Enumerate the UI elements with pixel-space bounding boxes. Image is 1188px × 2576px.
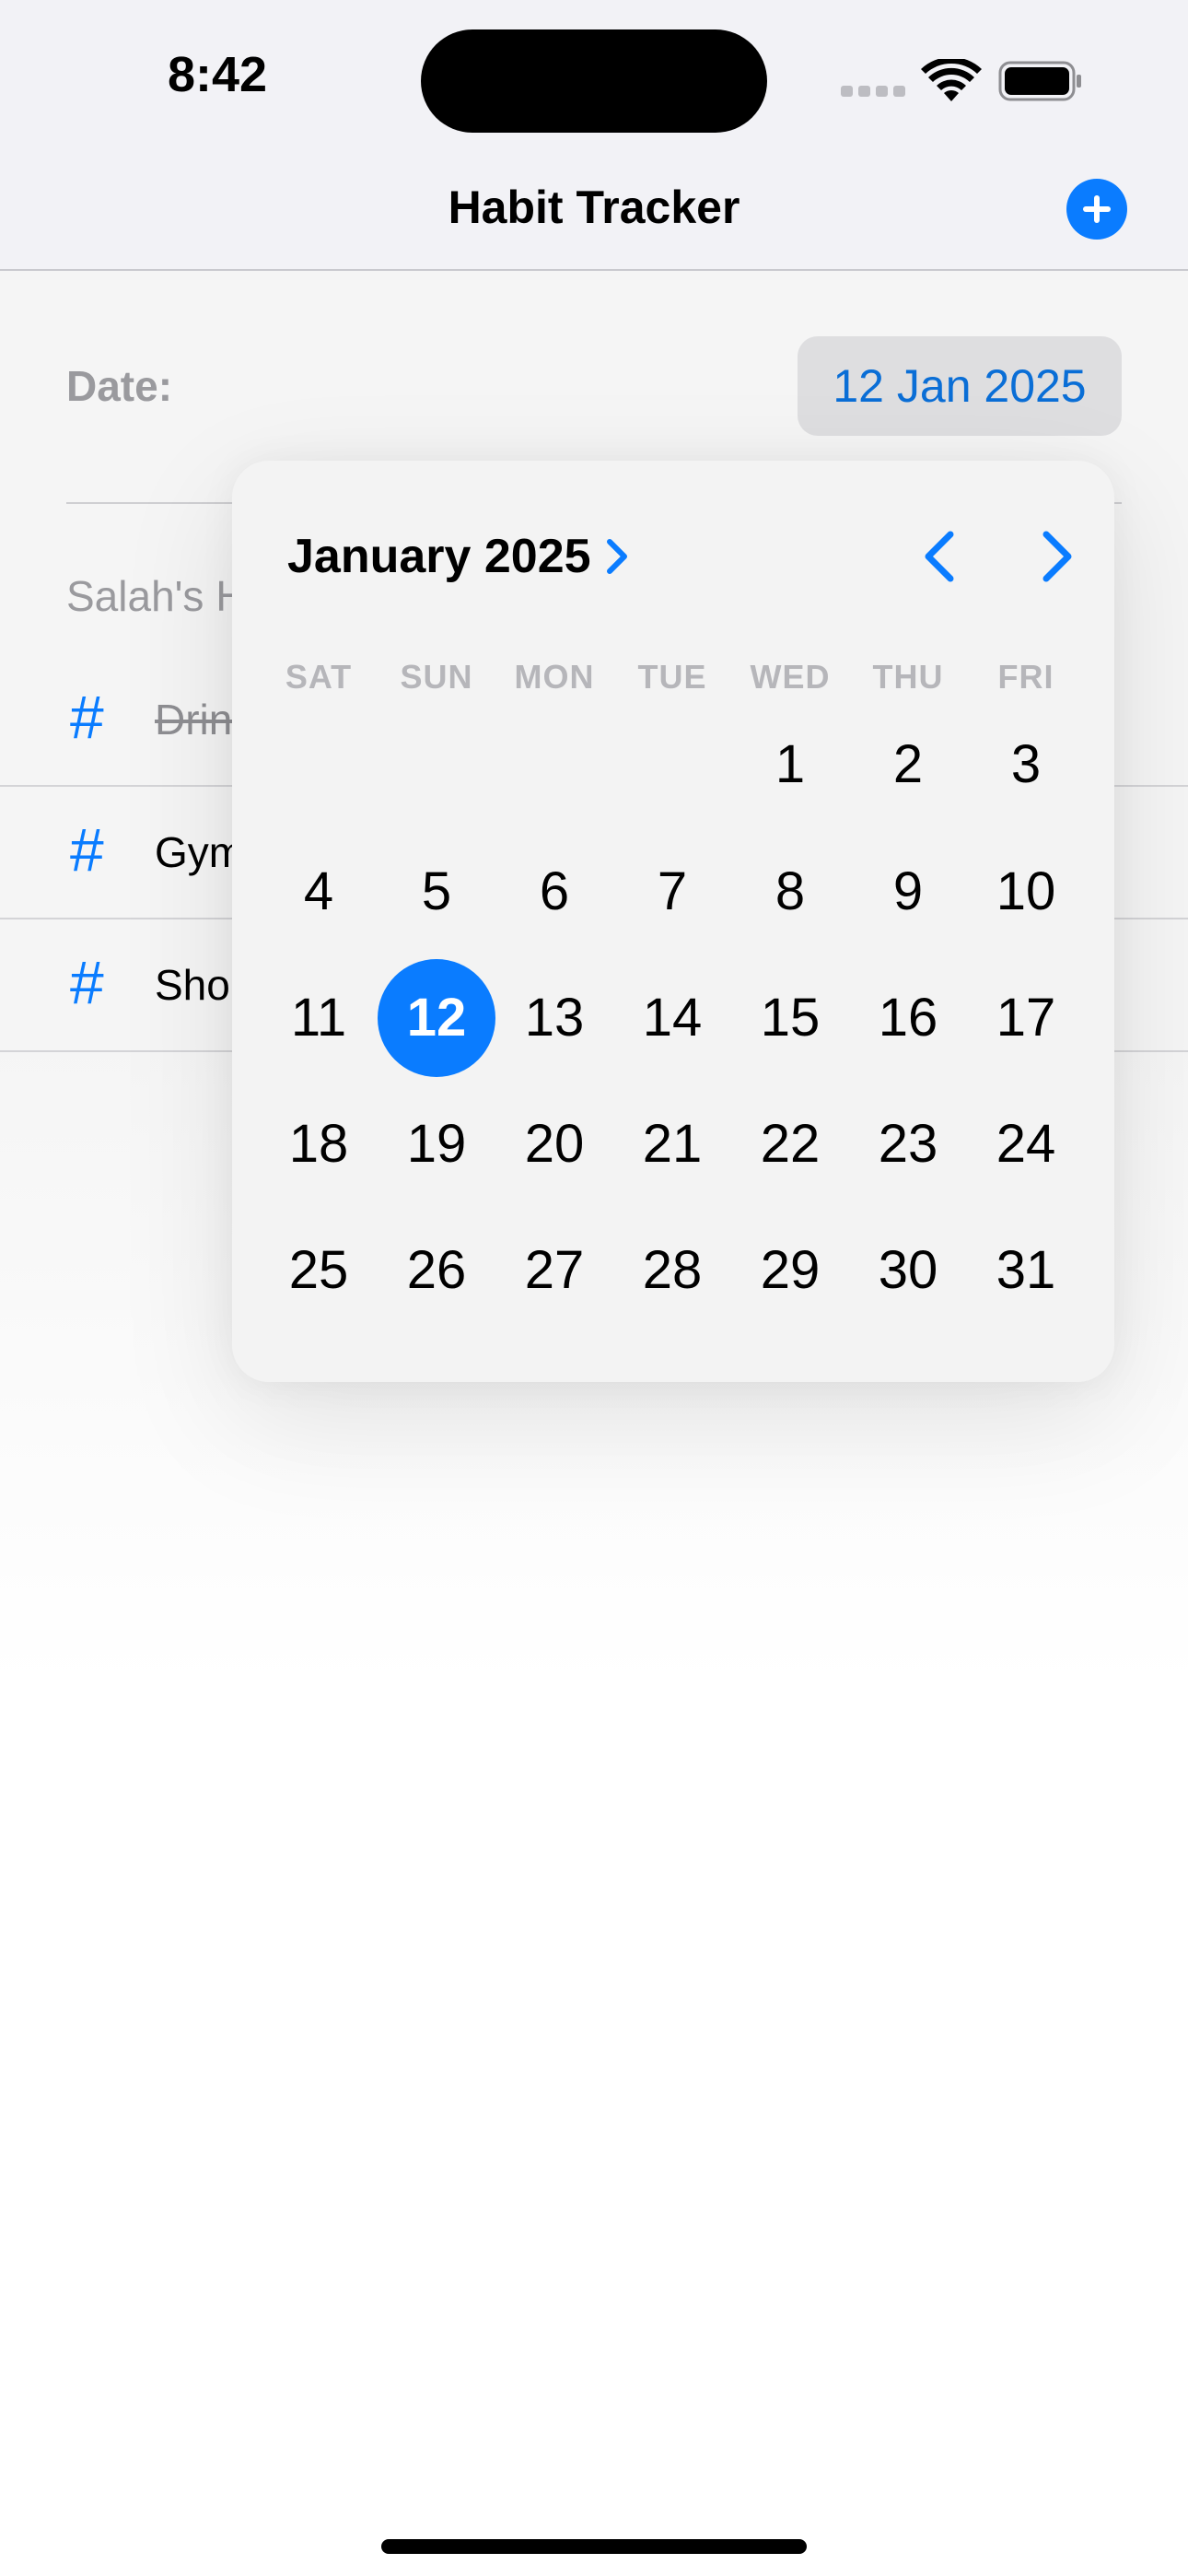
calendar-day[interactable]: 4	[260, 833, 378, 951]
add-habit-button[interactable]	[1066, 179, 1127, 240]
calendar-day[interactable]: 16	[849, 959, 967, 1077]
weekday-label: THU	[872, 658, 944, 696]
section-title: Salah's H	[66, 572, 232, 620]
calendar-day[interactable]: 1	[731, 706, 849, 824]
calendar-day[interactable]: 26	[378, 1212, 495, 1329]
calendar-day[interactable]: 3	[967, 706, 1085, 824]
battery-icon	[998, 61, 1081, 101]
weekday-label: FRI	[997, 658, 1054, 696]
cellular-signal-icon	[841, 86, 905, 97]
calendar-grid: SAT SUN MON TUE WED THU FRI 1 2 3 4 5 6 7 8 9 10 11 12 13 14…	[232, 461, 1114, 1382]
date-label: Date:	[66, 362, 173, 410]
calendar-day[interactable]: 20	[495, 1085, 613, 1203]
calendar-day[interactable]: 8	[731, 833, 849, 951]
calendar-popover: January 2025 SAT SUN MON TUE WED THU FRI 1 2 3 4 5 6…	[232, 461, 1114, 1382]
calendar-day[interactable]: 5	[378, 833, 495, 951]
calendar-day[interactable]: 6	[495, 833, 613, 951]
calendar-day[interactable]: 7	[613, 833, 731, 951]
calendar-day[interactable]: 24	[967, 1085, 1085, 1203]
calendar-day[interactable]: 13	[495, 959, 613, 1077]
weekday-label: TUE	[637, 658, 707, 696]
calendar-day[interactable]: 14	[613, 959, 731, 1077]
calendar-day[interactable]: 19	[378, 1085, 495, 1203]
date-picker-button[interactable]: 12 Jan 2025	[798, 336, 1122, 436]
home-indicator	[381, 2539, 807, 2554]
calendar-day[interactable]: 30	[849, 1212, 967, 1329]
calendar-day[interactable]: 25	[260, 1212, 378, 1329]
status-time: 8:42	[168, 47, 268, 102]
calendar-day[interactable]: 9	[849, 833, 967, 951]
calendar-day[interactable]: 15	[731, 959, 849, 1077]
calendar-day[interactable]: 11	[260, 959, 378, 1077]
screen: 8:42 Habit Tracker Date: 12 Jan 2025 Sal…	[0, 0, 1188, 2576]
calendar-day[interactable]: 21	[613, 1085, 731, 1203]
weekday-label: SUN	[400, 658, 473, 696]
calendar-day[interactable]: 31	[967, 1212, 1085, 1329]
calendar-day[interactable]: 2	[849, 706, 967, 824]
weekday-label: MON	[514, 658, 595, 696]
calendar-day[interactable]: 28	[613, 1212, 731, 1329]
calendar-day[interactable]: 27	[495, 1212, 613, 1329]
calendar-day[interactable]: 18	[260, 1085, 378, 1203]
weekday-label: WED	[750, 658, 831, 696]
hash-icon: #	[70, 948, 104, 1016]
page-title: Habit Tracker	[448, 181, 740, 233]
calendar-day[interactable]: 23	[849, 1085, 967, 1203]
calendar-day[interactable]: 10	[967, 833, 1085, 951]
hash-icon: #	[70, 815, 104, 884]
wifi-icon	[921, 59, 982, 101]
navigation-bar: 8:42 Habit Tracker	[0, 0, 1188, 271]
hash-icon: #	[70, 683, 104, 751]
dynamic-island	[421, 29, 767, 133]
calendar-day-selected[interactable]: 12	[378, 959, 495, 1077]
calendar-day[interactable]: 17	[967, 959, 1085, 1077]
weekday-label: SAT	[285, 658, 353, 696]
calendar-day[interactable]: 22	[731, 1085, 849, 1203]
calendar-day[interactable]: 29	[731, 1212, 849, 1329]
